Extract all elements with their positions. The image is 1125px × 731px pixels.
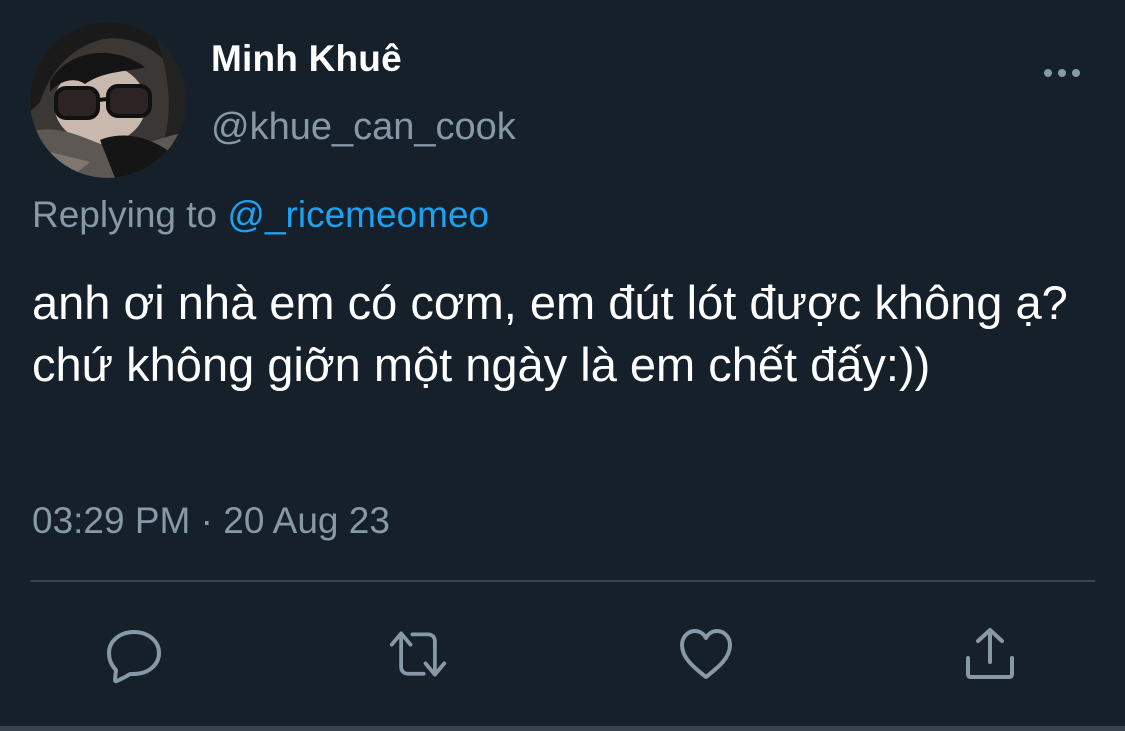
avatar[interactable]	[30, 22, 186, 178]
more-options-icon[interactable]	[1040, 62, 1084, 84]
bottom-divider	[0, 726, 1125, 731]
display-name[interactable]: Minh Khuê	[211, 38, 402, 80]
reply-button[interactable]	[104, 624, 164, 684]
replying-to-label: Replying to	[32, 194, 218, 235]
divider	[30, 580, 1095, 582]
heart-icon	[680, 629, 732, 679]
share-button[interactable]	[960, 624, 1020, 684]
share-icon	[966, 628, 1014, 679]
tweet-card: Minh Khuê @khue_can_cook Replying to @_r…	[0, 0, 1125, 731]
reply-mention-link[interactable]: @_ricemeomeo	[227, 194, 489, 235]
like-button[interactable]	[676, 624, 736, 684]
tweet-text: anh ơi nhà em có cơm, em đút lót được kh…	[32, 276, 1068, 391]
avatar-photo-icon	[30, 22, 186, 178]
retweet-button[interactable]	[388, 624, 448, 684]
retweet-icon	[389, 631, 447, 677]
user-handle[interactable]: @khue_can_cook	[211, 106, 516, 149]
comment-icon	[107, 630, 161, 684]
tweet-timestamp[interactable]: 03:29 PM · 20 Aug 23	[32, 500, 390, 542]
replying-to-line: Replying to @_ricemeomeo	[32, 194, 489, 236]
